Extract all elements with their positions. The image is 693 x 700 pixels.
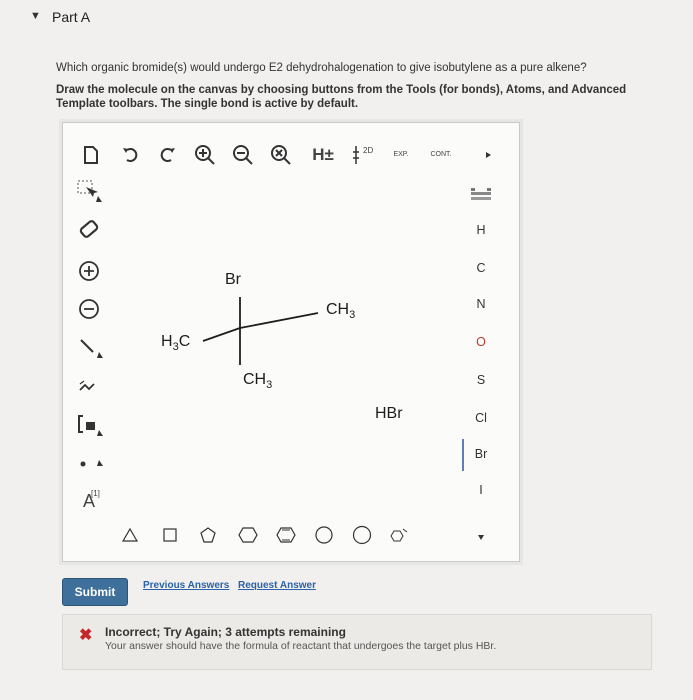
methyl-group-right[interactable]: CH3 xyxy=(326,301,355,321)
question-text: Which organic bromide(s) would undergo E… xyxy=(56,62,587,74)
methyl-left-c: C xyxy=(178,333,191,350)
request-answer-link[interactable]: Request Answer xyxy=(238,580,316,591)
methyl-group-left[interactable]: H3C xyxy=(161,333,190,353)
methyl-bottom-subscript: 3 xyxy=(266,379,273,392)
methyl-group-bottom[interactable]: CH3 xyxy=(243,371,272,391)
incorrect-x-icon: ✖ xyxy=(79,627,93,644)
feedback-title: Incorrect; Try Again; 3 attempts remaini… xyxy=(105,625,346,639)
methyl-right-ch: CH xyxy=(326,301,350,318)
molecule-bonds xyxy=(202,297,319,365)
methyl-bottom-ch: CH xyxy=(243,371,267,388)
methyl-left-h: H xyxy=(161,333,173,350)
part-title: Part A xyxy=(52,9,91,25)
instructions-text: Draw the molecule on the canvas by choos… xyxy=(56,84,627,110)
collapse-caret-icon[interactable]: ▼ xyxy=(30,10,41,22)
part-header[interactable]: ▼ Part A xyxy=(0,0,693,38)
feedback-box: ✖ Incorrect; Try Again; 3 attempts remai… xyxy=(62,614,652,670)
methyl-right-subscript: 3 xyxy=(349,309,356,322)
molecule-editor[interactable]: H± 2D EXP. CONT. A [1] H C N O S Cl Br I… xyxy=(62,122,520,562)
hbr-label[interactable]: HBr xyxy=(375,405,403,423)
submit-button[interactable]: Submit xyxy=(62,578,128,606)
bromine-atom-label[interactable]: Br xyxy=(225,271,241,289)
previous-answers-link[interactable]: Previous Answers xyxy=(143,580,229,591)
feedback-message: Your answer should have the formula of r… xyxy=(105,640,497,652)
